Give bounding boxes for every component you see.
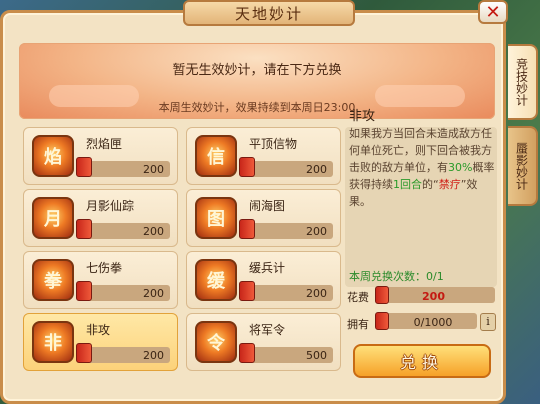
strategy-cost: 200 <box>306 287 327 300</box>
flame-box-icon: 焰 <box>32 135 74 177</box>
desc-part-c: 的“ <box>422 178 439 191</box>
strategy-name: 烈焰匣 <box>86 137 123 151</box>
close-icon: ✕ <box>485 1 501 23</box>
strategy-name: 平顶信物 <box>249 137 298 151</box>
desc-percent: 30% <box>448 161 473 174</box>
window-title-plate: 天地妙计 <box>183 0 355 26</box>
banner-sub-text: 本周生效妙计，效果持续到本周日23:00 <box>158 101 356 114</box>
token-icon: 信 <box>195 135 237 177</box>
delay-scroll-icon: 缓 <box>195 259 237 301</box>
strategy-card[interactable]: 焰烈焰匣 200 <box>23 127 178 185</box>
cost-value: 200 <box>422 290 445 303</box>
info-button[interactable]: i <box>480 313 496 331</box>
strategy-name: 缓兵计 <box>249 261 286 275</box>
detail-description: 如果我方当回合未造成敌方任何单位死亡，则下回合被我方击败的敌方单位，有30%概率… <box>349 125 495 210</box>
moon-shadow-icon: 月 <box>32 197 74 239</box>
banner-main-text: 暂无生效妙计，请在下方兑换 <box>172 63 342 78</box>
cost-label: 花费 <box>347 291 369 304</box>
own-value: 0/1000 <box>413 316 453 329</box>
strategy-cost: 200 <box>143 287 164 300</box>
general-order-icon: 令 <box>195 321 237 363</box>
strategy-card[interactable]: 缓缓兵计 200 <box>186 251 341 309</box>
strategy-name: 非攻 <box>86 323 111 337</box>
window-title: 天地妙计 <box>234 4 303 23</box>
tab-arena-strategy[interactable]: 竞技妙计 <box>508 44 538 120</box>
tab-mirage-strategy[interactable]: 蜃影妙计 <box>508 126 538 206</box>
strategy-grid: 焰烈焰匣 200 信平顶信物 200 月月影仙踪 200 图闹海图 200 拳七伤拳 200 缓缓兵… <box>23 127 341 371</box>
strategy-cost: 500 <box>306 349 327 362</box>
desc-rounds: 1回合 <box>393 178 422 191</box>
non-attack-icon: 非 <box>32 321 74 363</box>
fist-icon: 拳 <box>32 259 74 301</box>
own-label: 拥有 <box>347 318 369 331</box>
strategy-name: 闹海图 <box>249 199 286 213</box>
strategy-card[interactable]: 非非攻 200 <box>23 313 178 371</box>
close-button[interactable]: ✕ <box>478 0 508 24</box>
weekly-exchange-count: 本周兑换次数：0/1 <box>349 270 444 283</box>
strategy-card[interactable]: 令将军令 500 <box>186 313 341 371</box>
strategy-cost: 200 <box>143 349 164 362</box>
strategy-name: 将军令 <box>249 323 286 337</box>
strategy-card[interactable]: 信平顶信物 200 <box>186 127 341 185</box>
strategy-panel: 暂无生效妙计，请在下方兑换 本周生效妙计，效果持续到本周日23:00 焰烈焰匣 2… <box>0 10 506 404</box>
strategy-cost: 200 <box>306 163 327 176</box>
desc-effect: 禁疗 <box>438 178 461 191</box>
strategy-card[interactable]: 拳七伤拳 200 <box>23 251 178 309</box>
strategy-cost: 200 <box>306 225 327 238</box>
scroll-map-icon: 图 <box>195 197 237 239</box>
exchange-button[interactable]: 兑换 <box>353 344 491 378</box>
currency-scroll-icon <box>375 286 389 304</box>
detail-title: 非攻 <box>349 109 376 124</box>
strategy-name: 七伤拳 <box>86 261 123 275</box>
strategy-card[interactable]: 图闹海图 200 <box>186 189 341 247</box>
owned-scroll-icon <box>375 312 389 330</box>
active-strategy-banner: 暂无生效妙计，请在下方兑换 本周生效妙计，效果持续到本周日23:00 <box>19 43 495 119</box>
strategy-cost: 200 <box>143 163 164 176</box>
strategy-card[interactable]: 月月影仙踪 200 <box>23 189 178 247</box>
strategy-cost: 200 <box>143 225 164 238</box>
strategy-name: 月影仙踪 <box>86 199 135 213</box>
